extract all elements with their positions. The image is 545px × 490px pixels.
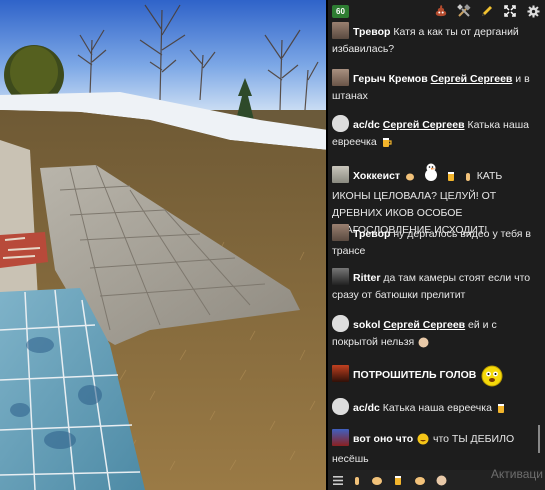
thumbs-icon[interactable] xyxy=(371,475,383,486)
avatar[interactable] xyxy=(332,166,349,183)
activation-watermark: Активаци xyxy=(490,467,543,481)
message-text: Катька наша евреечка xyxy=(382,402,492,414)
mention[interactable]: Сергей Сергеев xyxy=(383,319,465,331)
clap-icon[interactable] xyxy=(414,475,426,486)
chat-scrollbar[interactable] xyxy=(538,425,540,453)
hand-icon[interactable] xyxy=(353,475,361,486)
avatar[interactable] xyxy=(332,268,349,285)
beer-emoji xyxy=(446,170,458,188)
viewer-count-badge: 60 xyxy=(332,4,349,18)
snowman-emoji xyxy=(421,162,441,188)
beer-emoji xyxy=(381,136,393,154)
username[interactable]: Тревор xyxy=(353,26,390,38)
username[interactable]: ac/dc xyxy=(353,402,380,414)
username[interactable]: ac/dc xyxy=(353,119,380,131)
clap-emoji xyxy=(404,170,416,188)
ball-emoji xyxy=(418,337,429,354)
laughing-emoji xyxy=(417,433,429,451)
username[interactable]: Ritter xyxy=(353,272,380,284)
beer-emoji xyxy=(496,402,508,420)
video-player[interactable] xyxy=(0,0,328,490)
avatar[interactable] xyxy=(332,69,349,86)
avatar[interactable] xyxy=(332,22,349,39)
chat-message-list[interactable]: Тревор Катя а как ты от дерганий избавил… xyxy=(328,22,545,470)
avatar[interactable] xyxy=(332,224,349,241)
chat-message: Тревор ну дергалось видео у тебя в транс… xyxy=(332,224,535,260)
move-icon[interactable] xyxy=(502,3,518,19)
chat-message: Ritter да там камеры стоят если что сраз… xyxy=(332,268,535,304)
username[interactable]: sokol xyxy=(353,319,380,331)
username[interactable]: Герыч Кремов xyxy=(353,73,428,85)
menu-icon[interactable] xyxy=(333,475,343,485)
avatar[interactable] xyxy=(332,429,349,446)
video-frame xyxy=(0,0,328,490)
chat-panel: 60 Тревор Катя а как ты от дерганий изба… xyxy=(328,0,545,490)
avatar[interactable] xyxy=(332,115,349,132)
gear-icon[interactable] xyxy=(525,3,541,19)
username[interactable]: ПОТРОШИТЕЛЬ ГОЛОВ xyxy=(353,369,476,381)
hand-emoji xyxy=(463,170,473,188)
chat-message: ПОТРОШИТЕЛЬ ГОЛОВ xyxy=(332,363,535,393)
chat-message: вот оно что что ТЫ ДЕБИЛО несёшь xyxy=(332,429,535,468)
avatar[interactable] xyxy=(332,365,349,382)
chat-message: ac/dc Катька наша евреечка xyxy=(332,398,535,420)
chat-message: ac/dc Сергей Сергеев Катька наша евреечк… xyxy=(332,115,535,154)
poop-icon[interactable] xyxy=(433,3,449,19)
username[interactable]: вот оно что xyxy=(353,433,413,445)
tools-icon[interactable] xyxy=(456,3,472,19)
username[interactable]: Хоккеист xyxy=(353,170,400,182)
ball-icon[interactable] xyxy=(436,475,447,486)
mention[interactable]: Сергей Сергеев xyxy=(431,73,513,85)
avatar[interactable] xyxy=(332,315,349,332)
username[interactable]: Тревор xyxy=(353,228,390,240)
chat-message: Тревор Катя а как ты от дерганий избавил… xyxy=(332,22,535,58)
chat-message: Герыч Кремов Сергей Сергеев и в штанах xyxy=(332,69,535,105)
mention[interactable]: Сергей Сергеев xyxy=(383,119,465,131)
chat-toolbar: 60 xyxy=(328,0,545,22)
beer-icon[interactable] xyxy=(393,474,404,486)
pencil-icon[interactable] xyxy=(479,3,495,19)
smiley-emoji xyxy=(480,363,504,393)
avatar[interactable] xyxy=(332,398,349,415)
chat-message: sokol Сергей Сергеев ей и с покрытой нел… xyxy=(332,315,535,354)
toolbar-icons xyxy=(433,3,541,19)
